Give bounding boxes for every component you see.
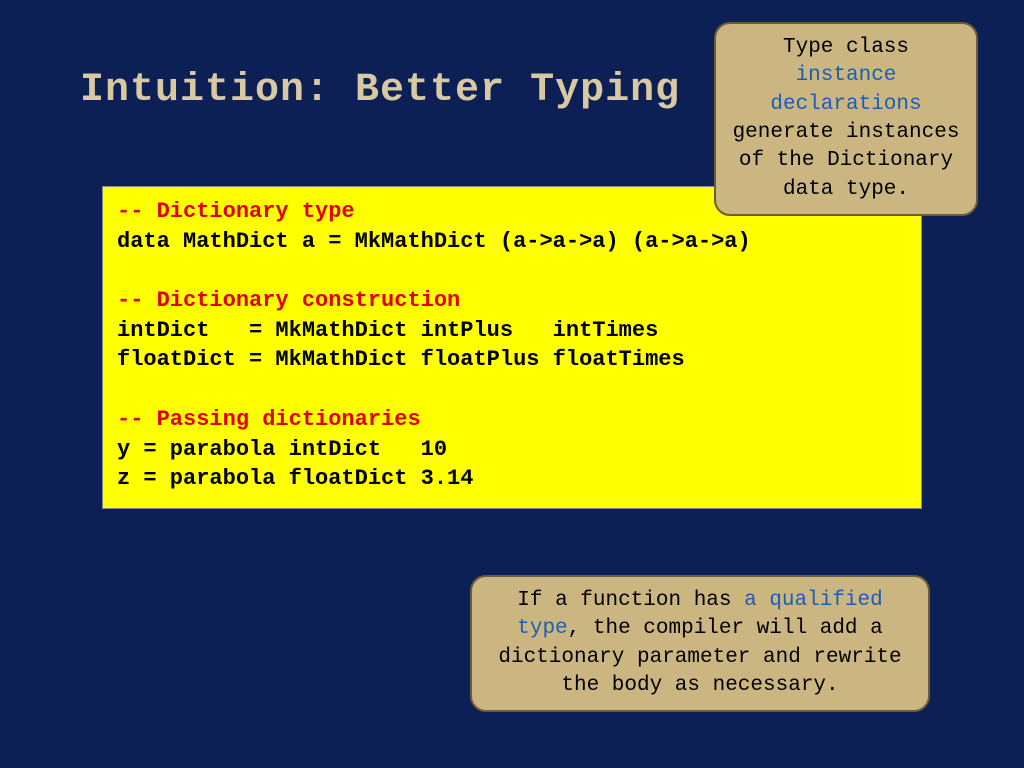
code-comment: -- Passing dictionaries xyxy=(117,407,421,432)
code-line: z = parabola floatDict 3.14 xyxy=(117,466,473,491)
callout-text: generate instances of the Dictionary dat… xyxy=(733,121,960,201)
callout-bottom: If a function has a qualified type, the … xyxy=(470,575,930,712)
code-line: intDict = MkMathDict intPlus intTimes xyxy=(117,318,658,343)
code-line: y = parabola intDict 10 xyxy=(117,437,447,462)
callout-text: Type class xyxy=(783,36,909,59)
code-line: data MathDict a = MkMathDict (a->a->a) (… xyxy=(117,229,751,254)
code-line: floatDict = MkMathDict floatPlus floatTi… xyxy=(117,347,685,372)
code-comment: -- Dictionary type xyxy=(117,199,355,224)
callout-text: If a function has xyxy=(517,589,744,612)
code-comment: -- Dictionary construction xyxy=(117,288,460,313)
callout-top: Type class instance declarations generat… xyxy=(714,22,978,216)
code-block: -- Dictionary type data MathDict a = MkM… xyxy=(102,186,922,509)
callout-highlight: instance declarations xyxy=(770,64,921,115)
slide-title: Intuition: Better Typing xyxy=(80,68,680,113)
